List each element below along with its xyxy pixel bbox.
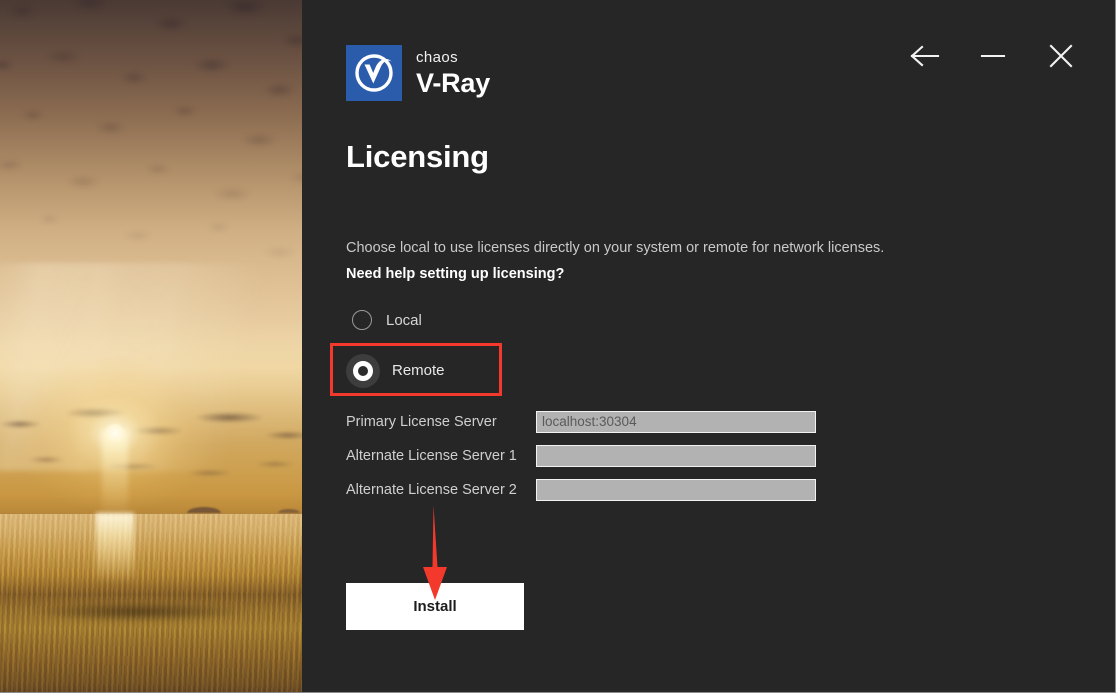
page-title: Licensing	[346, 139, 489, 175]
alternate-license-server-1-input[interactable]	[536, 445, 816, 467]
sun-reflection	[96, 513, 134, 583]
brand-company: chaos	[416, 50, 490, 65]
field-row-alternate-license-server-2: Alternate License Server 2	[346, 479, 1046, 501]
sun-disc	[105, 424, 124, 443]
arrow-left-icon	[910, 45, 940, 67]
field-row-primary-license-server: Primary License Server	[346, 411, 1046, 433]
vray-chaos-logo-icon	[346, 45, 402, 101]
radio-label-remote: Remote	[392, 362, 445, 379]
radio-option-local[interactable]: Local	[346, 303, 514, 339]
primary-license-server-input[interactable]	[536, 411, 816, 433]
minimize-icon	[980, 45, 1006, 67]
license-mode-radio-group: Local Remote	[346, 303, 1046, 389]
intro-text: Choose local to use licenses directly on…	[346, 238, 1046, 260]
install-button[interactable]: Install	[346, 583, 524, 630]
radio-option-remote[interactable]: Remote	[346, 353, 514, 389]
alternate-license-server-2-input[interactable]	[536, 479, 816, 501]
server-fields: Primary License Server Alternate License…	[346, 411, 1046, 501]
radio-selected-icon	[346, 354, 380, 388]
back-button[interactable]	[903, 38, 947, 74]
brand-lockup: chaos V-Ray	[346, 45, 490, 101]
chaos-v-glyph-icon	[353, 52, 395, 94]
window-controls	[903, 38, 1083, 74]
licensing-form: Choose local to use licenses directly on…	[346, 238, 1046, 501]
minimize-button[interactable]	[971, 38, 1015, 74]
brand-text: chaos V-Ray	[416, 50, 490, 97]
label-alternate-license-server-1: Alternate License Server 1	[346, 448, 536, 464]
brand-product: V-Ray	[416, 70, 490, 97]
installer-window: chaos V-Ray Licensing Choose local to us…	[0, 0, 1116, 693]
sun-light-pillar	[102, 430, 128, 522]
radio-unselected-icon	[352, 310, 374, 332]
close-button[interactable]	[1039, 38, 1083, 74]
hero-sunset-photo	[0, 0, 302, 693]
help-link[interactable]: Need help setting up licensing?	[346, 266, 564, 282]
label-alternate-license-server-2: Alternate License Server 2	[346, 482, 536, 498]
distant-island	[278, 509, 300, 513]
close-icon	[1048, 43, 1074, 69]
radio-label-local: Local	[386, 312, 422, 329]
label-primary-license-server: Primary License Server	[346, 414, 536, 430]
wave-crest	[0, 603, 302, 625]
field-row-alternate-license-server-1: Alternate License Server 1	[346, 445, 1046, 467]
